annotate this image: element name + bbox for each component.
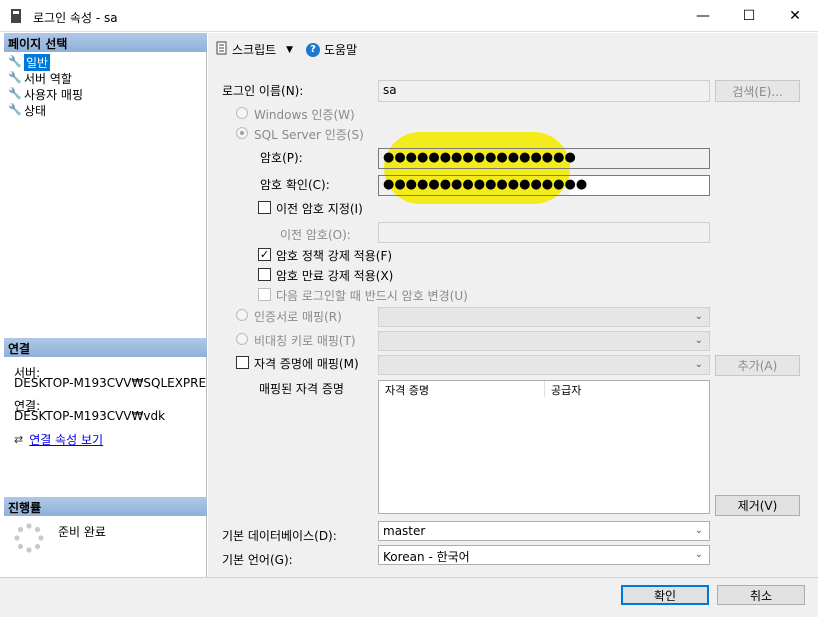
page-general-label: 일반 [24,53,51,71]
app-icon [10,9,22,23]
mapped-credentials-label: 매핑된 자격 증명 [259,382,344,396]
login-name-input[interactable]: sa [378,80,710,102]
search-button[interactable]: 검색(E)... [715,80,800,102]
chevron-down-icon: ⌄ [694,549,703,560]
progress-status: 준비 완료 [58,525,106,539]
default-db-value: master [383,524,426,538]
enforce-expiration-checkbox[interactable] [258,268,271,281]
old-password-input[interactable] [378,222,710,243]
cert-select[interactable]: ⌄ [378,307,710,327]
specify-old-password-checkbox[interactable] [258,201,271,214]
page-user-mapping[interactable]: 🔧 사용자 매핑 [8,86,83,102]
credential-mapped-checkbox[interactable] [236,356,249,369]
page-status[interactable]: 🔧 상태 [8,102,46,118]
enforce-policy-label: 암호 정책 강제 적용(F) [276,249,393,263]
grid-header-credential[interactable]: 자격 증명 [379,381,545,397]
page-server-roles-label: 서버 역할 [24,71,72,86]
sql-auth-label: SQL Server 인증(S) [254,128,364,142]
add-button[interactable]: 추가(A) [715,355,800,376]
login-name-label: 로그인 이름(N): [222,84,304,98]
view-connection-properties-link[interactable]: ⇄ 연결 속성 보기 [14,431,103,448]
chevron-down-icon: ⌄ [694,359,703,370]
enforce-expiration-label: 암호 만료 강제 적용(X) [276,269,394,283]
close-button[interactable]: ✕ [772,0,818,32]
asym-key-select[interactable]: ⌄ [378,331,710,351]
script-button[interactable]: 스크립트 ▼ [216,41,293,58]
progress-header: 진행률 [4,497,207,516]
help-label: 도움말 [324,43,358,57]
password-label: 암호(P): [260,151,303,165]
connection-icon: ⇄ [14,433,24,446]
chevron-down-icon: ⌄ [694,525,703,536]
title-bar: 로그인 속성 - sa — ☐ ✕ [0,0,818,32]
page-server-roles[interactable]: 🔧 서버 역할 [8,70,72,86]
remove-button[interactable]: 제거(V) [715,495,800,516]
default-lang-label: 기본 언어(G): [222,553,293,567]
maximize-button[interactable]: ☐ [726,0,772,32]
window-title: 로그인 속성 - sa [33,11,118,25]
page-user-mapping-label: 사용자 매핑 [24,87,84,102]
windows-auth-label: Windows 인증(W) [254,108,355,122]
mapped-credentials-grid[interactable]: 자격 증명 공급자 [378,380,710,514]
script-label: 스크립트 [232,43,277,57]
default-lang-select[interactable]: Korean - 한국어 ⌄ [378,545,710,565]
old-password-label: 이전 암호(O): [280,228,351,242]
asym-key-mapped-radio[interactable] [236,333,248,345]
help-button[interactable]: ? 도움말 [306,41,357,58]
enforce-policy-checkbox[interactable]: ✓ [258,248,271,261]
page-select-header: 페이지 선택 [4,33,207,52]
chevron-down-icon: ⌄ [694,335,703,346]
page-status-label: 상태 [24,103,47,118]
connection-value: DESKTOP-M193CVV₩vdk [14,409,166,423]
minimize-button[interactable]: — [680,0,726,32]
view-connection-properties-label: 연결 속성 보기 [29,433,104,447]
connection-header: 연결 [4,338,207,357]
confirm-password-label: 암호 확인(C): [260,178,330,192]
wrench-icon: 🔧 [8,55,22,68]
ok-button[interactable]: 확인 [621,585,709,605]
progress-spinner-icon [14,523,44,553]
grid-header-provider[interactable]: 공급자 [545,381,709,397]
server-value: DESKTOP-M193CVV₩SQLEXPRE [14,376,206,390]
chevron-down-icon: ⌄ [694,311,703,322]
help-icon: ? [306,42,320,57]
asym-key-mapped-label: 비대칭 키로 매핑(T) [254,334,356,348]
credential-select[interactable]: ⌄ [378,355,710,375]
page-general[interactable]: 🔧 일반 [8,53,51,71]
password-input[interactable]: ●●●●●●●●●●●●●●●●● [378,148,710,169]
script-icon [216,41,228,58]
must-change-checkbox[interactable] [258,288,271,301]
sql-auth-radio[interactable] [236,127,248,139]
chevron-down-icon: ▼ [286,44,294,55]
cancel-button[interactable]: 취소 [717,585,805,605]
must-change-label: 다음 로그인할 때 반드시 암호 변경(U) [276,289,468,303]
wrench-icon: 🔧 [8,87,22,100]
credential-mapped-label: 자격 증명에 매핑(M) [254,357,359,371]
cert-mapped-radio[interactable] [236,309,248,321]
windows-auth-radio[interactable] [236,107,248,119]
cert-mapped-label: 인증서로 매핑(R) [254,310,342,324]
default-lang-value: Korean - 한국어 [383,550,470,564]
default-db-select[interactable]: master ⌄ [378,521,710,541]
wrench-icon: 🔧 [8,103,22,116]
default-db-label: 기본 데이터베이스(D): [222,529,337,543]
confirm-password-input[interactable]: ●●●●●●●●●●●●●●●●●● [378,175,710,196]
wrench-icon: 🔧 [8,71,22,84]
specify-old-password-label: 이전 암호 지정(I) [276,202,363,216]
